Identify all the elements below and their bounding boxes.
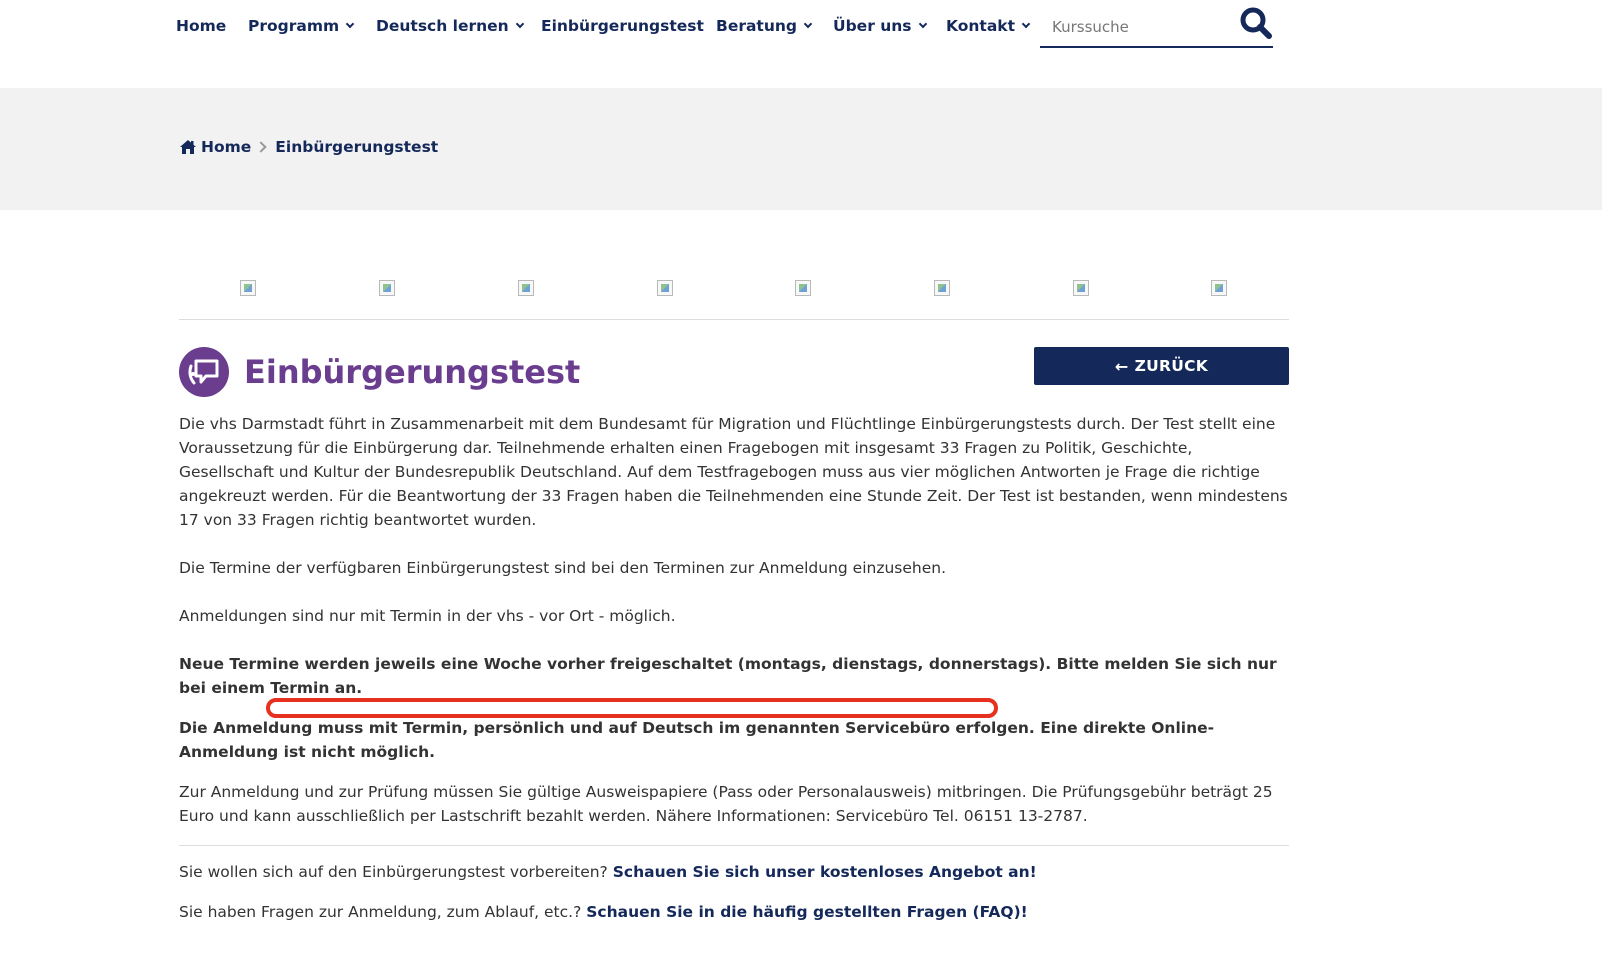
nav-item-einbuergerungstest[interactable]: Einbürgerungstest (541, 15, 704, 37)
nav-item-label: Deutsch lernen (376, 17, 509, 35)
broken-image-icon[interactable] (657, 280, 673, 296)
back-button[interactable]: ← ZURÜCK (1034, 347, 1289, 385)
chevron-down-icon (803, 19, 813, 29)
nav-item-home[interactable]: Home (176, 15, 226, 37)
breadcrumb: Home Einbürgerungstest (179, 138, 438, 156)
breadcrumb-band: Home Einbürgerungstest (0, 88, 1602, 210)
search-input[interactable] (1040, 12, 1230, 42)
back-button-label: ZURÜCK (1134, 357, 1209, 375)
arrow-left-icon: ← (1114, 356, 1129, 376)
page-title: Einbürgerungstest (244, 353, 581, 391)
broken-image-icon[interactable] (1211, 280, 1227, 296)
breadcrumb-home-label: Home (201, 138, 252, 156)
chevron-down-icon (1021, 19, 1031, 29)
speech-bubble-icon (179, 347, 229, 397)
breadcrumb-home[interactable]: Home (179, 138, 251, 156)
nav-item-label: Kontakt (946, 17, 1016, 35)
faq-link[interactable]: Schauen Sie in die häufig gestellten Fra… (586, 903, 1027, 921)
search-icon[interactable] (1238, 6, 1274, 42)
prepare-line: Sie wollen sich auf den Einbürgerungstes… (179, 860, 1289, 884)
in-person-notice: Die Anmeldung muss mit Termin, persönlic… (179, 719, 1215, 761)
category-icon-strip (179, 272, 1289, 320)
nav-item-label: Über uns (833, 17, 912, 35)
course-search (1040, 6, 1273, 48)
nav-item-beratung[interactable]: Beratung (716, 15, 813, 37)
intro-paragraph: Die vhs Darmstadt führt in Zusammenarbei… (179, 415, 1288, 529)
nav-item-programm[interactable]: Programm (248, 15, 355, 37)
chevron-down-icon (515, 19, 524, 29)
faq-line: Sie haben Fragen zur Anmeldung, zum Abla… (179, 900, 1289, 924)
broken-image-icon[interactable] (240, 280, 256, 296)
highlight-annotation (266, 698, 998, 718)
home-icon (180, 140, 196, 154)
prepare-text: Sie wollen sich auf den Einbürgerungstes… (179, 863, 608, 881)
documents-fee-paragraph: Zur Anmeldung und zur Prüfung müssen Sie… (179, 783, 1273, 825)
divider (179, 845, 1289, 846)
broken-image-icon[interactable] (934, 280, 950, 296)
broken-image-icon[interactable] (518, 280, 534, 296)
registration-paragraph: Anmeldungen sind nur mit Termin in der v… (179, 607, 676, 625)
chevron-right-icon (255, 141, 267, 153)
broken-image-icon[interactable] (795, 280, 811, 296)
faq-text: Sie haben Fragen zur Anmeldung, zum Abla… (179, 903, 582, 921)
nav-item-label: Beratung (716, 17, 798, 35)
free-offer-link[interactable]: Schauen Sie sich unser kostenloses Angeb… (613, 863, 1037, 881)
broken-image-icon[interactable] (1073, 280, 1089, 296)
nav-item-kontakt[interactable]: Kontakt (946, 15, 1031, 37)
chevron-down-icon (345, 19, 355, 29)
top-navigation: Home Programm Deutsch lernen Einbürgerun… (0, 0, 1602, 88)
broken-image-icon[interactable] (379, 280, 395, 296)
dates-paragraph: Die Termine der verfügbaren Einbürgerung… (179, 559, 947, 577)
chevron-down-icon (918, 19, 927, 29)
nav-item-label: Einbürgerungstest (541, 17, 704, 35)
breadcrumb-current: Einbürgerungstest (275, 138, 439, 156)
nav-item-deutsch-lernen[interactable]: Deutsch lernen (376, 15, 524, 37)
new-dates-notice: Neue Termine werden jeweils eine Woche v… (179, 655, 1277, 697)
nav-item-ueber-uns[interactable]: Über uns (833, 15, 927, 37)
nav-item-label: Programm (248, 17, 340, 35)
nav-item-label: Home (176, 17, 227, 35)
